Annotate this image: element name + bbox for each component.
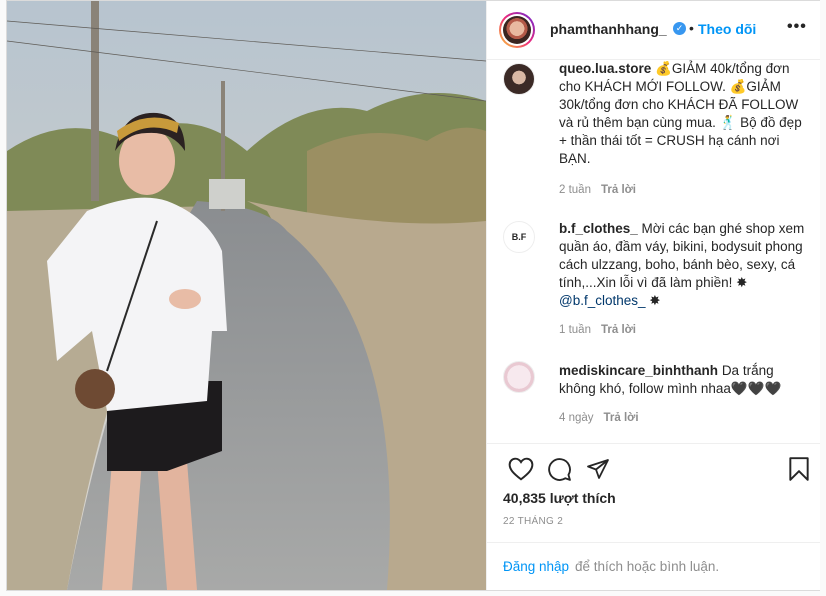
heart-icon[interactable] <box>508 457 534 481</box>
photo-illustration <box>7 1 486 590</box>
login-prompt-text: để thích hoặc bình luận. <box>575 559 720 574</box>
post-date[interactable]: 22 THÁNG 2 <box>503 516 563 527</box>
reply-button[interactable]: Trả lời <box>604 412 639 424</box>
more-options-icon[interactable]: ••• <box>787 18 807 36</box>
comment-time[interactable]: 4 ngày <box>559 412 594 424</box>
post-photo[interactable] <box>7 1 486 590</box>
star-emoji-icon: ✸ <box>649 293 661 308</box>
commenter-avatar-text: B.F <box>511 232 527 242</box>
post-frame: phamthanhhang_ ✓ • Theo dõi ••• queo.lua… <box>6 0 820 591</box>
comments-list[interactable]: queo.lua.store 💰GIẢM 40k/tổng đơn cho KH… <box>487 60 820 443</box>
commenter-username[interactable]: mediskincare_binhthanh <box>559 363 718 378</box>
separator-dot: • <box>689 20 694 36</box>
post-actions: 40,835 lượt thích 22 THÁNG 2 Đăng nhập đ… <box>487 443 820 591</box>
comment-mention-link[interactable]: @b.f_clothes_ <box>559 293 646 308</box>
commenter-avatar[interactable] <box>503 361 535 393</box>
commenter-avatar[interactable] <box>503 63 535 95</box>
comment-meta: 2 tuần Trả lời <box>559 184 636 196</box>
commenter-username[interactable]: b.f_clothes_ <box>559 221 638 236</box>
share-icon[interactable] <box>586 457 610 481</box>
comment-icon[interactable] <box>547 457 572 482</box>
post-header: phamthanhhang_ ✓ • Theo dõi ••• <box>487 1 820 60</box>
comment-text-block: queo.lua.store 💰GIẢM 40k/tổng đơn cho KH… <box>559 60 805 168</box>
post-side-panel: phamthanhhang_ ✓ • Theo dõi ••• queo.lua… <box>486 1 820 590</box>
comment-text-block: mediskincare_binhthanh Da trắng không kh… <box>559 362 805 398</box>
follow-button[interactable]: Theo dõi <box>698 21 756 37</box>
star-emoji-icon: ✸ <box>736 275 748 290</box>
login-link[interactable]: Đăng nhập <box>503 559 569 574</box>
reply-button[interactable]: Trả lời <box>601 184 636 196</box>
verified-badge-icon: ✓ <box>673 22 686 35</box>
likes-count[interactable]: 40,835 lượt thích <box>503 490 616 506</box>
author-avatar[interactable] <box>499 12 535 48</box>
comment-time[interactable]: 1 tuần <box>559 324 591 336</box>
comment-text-block: b.f_clothes_ Mời các bạn ghé shop xem qu… <box>559 220 805 310</box>
bookmark-icon[interactable] <box>788 456 810 482</box>
comment-body: 💰GIẢM 40k/tổng đơn cho KHÁCH MỚI FOLLOW.… <box>559 61 802 166</box>
author-username[interactable]: phamthanhhang_ <box>550 21 667 37</box>
commenter-avatar[interactable]: B.F <box>503 221 535 253</box>
reply-button[interactable]: Trả lời <box>601 324 636 336</box>
comment-meta: 1 tuần Trả lời <box>559 324 636 336</box>
commenter-username[interactable]: queo.lua.store <box>559 61 651 76</box>
login-prompt: Đăng nhập để thích hoặc bình luận. <box>487 542 820 592</box>
comment-meta: 4 ngày Trả lời <box>559 412 639 424</box>
comment-time[interactable]: 2 tuần <box>559 184 591 196</box>
